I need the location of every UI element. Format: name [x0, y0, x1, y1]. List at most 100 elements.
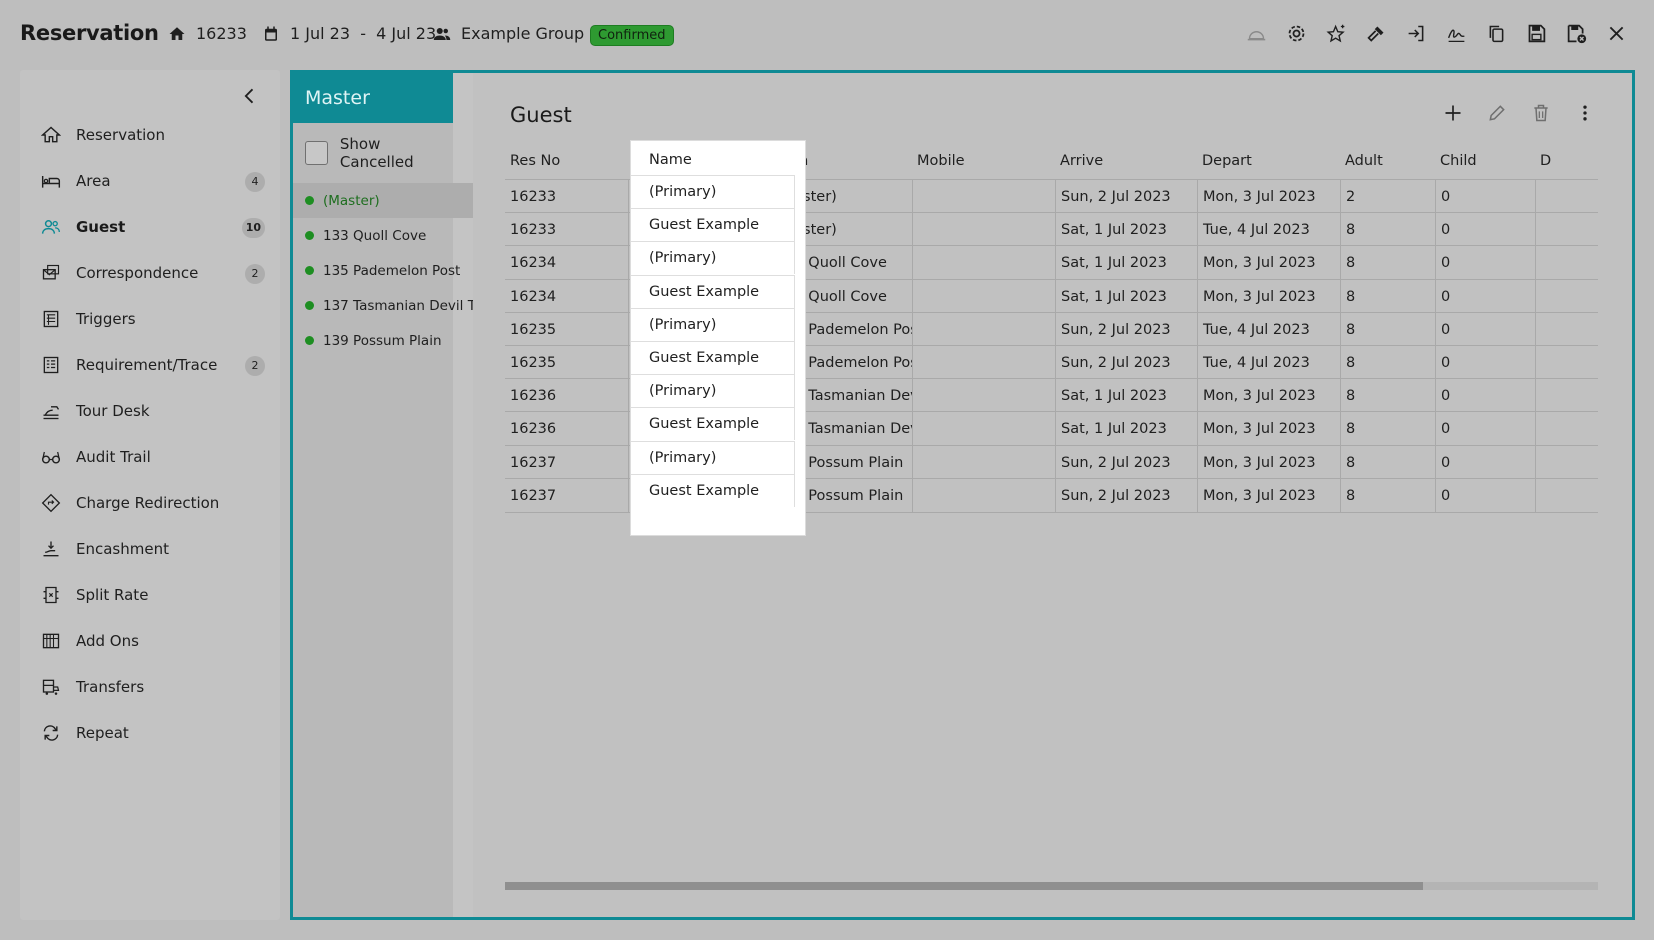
sidebar-item-charge-redirection[interactable]: Charge Redirection: [40, 488, 265, 518]
column-header[interactable]: Arrive: [1060, 153, 1103, 169]
scrollbar-thumb[interactable]: [505, 882, 1423, 890]
name-cell[interactable]: (Primary): [631, 307, 795, 341]
table-cell-child: 0: [1435, 312, 1535, 347]
guest-section-title: Guest: [510, 103, 572, 127]
check-in-button[interactable]: [1404, 21, 1428, 45]
count-badge: 2: [245, 356, 265, 376]
sidebar-item-repeat[interactable]: Repeat: [40, 718, 265, 748]
table-cell-d: [1535, 279, 1595, 314]
group-name[interactable]: Example Group: [433, 24, 584, 43]
table-cell-depart: Mon, 3 Jul 2023: [1197, 478, 1340, 513]
master-list-item[interactable]: (Master): [293, 183, 473, 218]
glasses-icon: [40, 446, 62, 468]
status-dot: [305, 266, 314, 275]
sidebar: Reservation Area 4 Guest 10 Correspondence 2 Tr…: [20, 70, 280, 920]
save-and-close-button[interactable]: [1564, 21, 1588, 45]
table-cell-res-no: 16233: [510, 222, 557, 239]
table-cell-mobile: [912, 379, 1055, 414]
column-header[interactable]: Adult: [1345, 153, 1383, 169]
master-list-item[interactable]: 135 Pademelon Post: [293, 253, 473, 288]
calendar-icon: [265, 26, 277, 41]
copy-button[interactable]: [1484, 21, 1508, 45]
table-cell-d: [1535, 213, 1595, 248]
table-cell-res-no: 16235: [510, 355, 557, 371]
sidebar-item-area[interactable]: Area 4: [40, 166, 265, 196]
table-cell-depart: Mon, 3 Jul 2023: [1197, 379, 1340, 414]
sidebar-item-triggers[interactable]: Triggers: [40, 304, 265, 334]
collapse-sidebar-button[interactable]: [240, 86, 260, 106]
sidebar-item-requirement-trace[interactable]: Requirement/Trace 2: [40, 350, 265, 380]
table-cell-adult: 8: [1340, 213, 1435, 248]
show-cancelled-toggle[interactable]: Show Cancelled: [293, 123, 453, 183]
sidebar-item-split-rate[interactable]: Split Rate: [40, 580, 265, 610]
signature-button[interactable]: [1444, 21, 1468, 45]
add-guest-button[interactable]: [1441, 101, 1465, 125]
settings-button[interactable]: [1284, 21, 1308, 45]
name-cell[interactable]: (Primary): [631, 175, 795, 208]
horizontal-scrollbar[interactable]: [505, 882, 1598, 890]
column-header[interactable]: Res No: [510, 153, 560, 169]
column-header[interactable]: Child: [1440, 153, 1477, 169]
copy-icon: [1489, 25, 1503, 42]
column-header[interactable]: Depart: [1202, 153, 1252, 169]
table-cell-res-no: 16234: [510, 255, 557, 272]
table-cell-depart: Tue, 4 Jul 2023: [1197, 312, 1340, 347]
table-cell-arrive: Sun, 2 Jul 2023: [1055, 180, 1197, 214]
table-cell-depart: Mon, 3 Jul 2023: [1197, 246, 1340, 281]
name-cell[interactable]: (Primary): [631, 440, 795, 474]
table-cell-d: [1535, 412, 1595, 447]
sparkle-star-icon: [1325, 24, 1345, 42]
edit-guest-button[interactable]: [1485, 101, 1509, 125]
save-icon: [1528, 24, 1545, 42]
tools-button[interactable]: [1364, 21, 1388, 45]
table-cell-mobile: [912, 412, 1055, 447]
table-cell-res-no: 16237: [510, 487, 557, 504]
master-item-label: 135 Pademelon Post: [323, 262, 461, 279]
reservation-number: 16233: [168, 24, 247, 43]
cloud-icon: [1247, 30, 1265, 40]
master-list-item[interactable]: 137 Tasmanian Devil Tur: [293, 288, 473, 323]
cloud-button[interactable]: [1244, 21, 1268, 45]
special-button[interactable]: [1324, 21, 1348, 45]
table-cell-child: 0: [1435, 445, 1535, 480]
header-toolbar: [1228, 21, 1628, 45]
delete-guest-button[interactable]: [1529, 101, 1553, 125]
redirect-icon: [40, 492, 62, 514]
table-cell-res-no: 16234: [510, 288, 557, 305]
table-cell-mobile: [912, 478, 1055, 513]
show-cancelled-checkbox[interactable]: [305, 141, 328, 165]
sidebar-item-transfers[interactable]: Transfers: [40, 672, 265, 702]
sidebar-item-correspondence[interactable]: Correspondence 2: [40, 258, 265, 288]
table-cell-mobile: [912, 246, 1055, 281]
name-cell[interactable]: (Primary): [631, 241, 795, 275]
gear-icon: [1288, 25, 1304, 41]
sidebar-item-encashment[interactable]: Encashment: [40, 534, 265, 564]
name-cell[interactable]: Guest Example: [631, 473, 795, 507]
save-button[interactable]: [1524, 21, 1548, 45]
sidebar-item-guest[interactable]: Guest 10: [40, 212, 265, 242]
close-button[interactable]: [1604, 21, 1628, 45]
name-cell[interactable]: Guest Example: [631, 208, 795, 242]
table-cell-adult: 8: [1340, 445, 1435, 480]
name-cell[interactable]: Guest Example: [631, 407, 795, 441]
home-icon: [40, 124, 62, 146]
table-cell-child: 0: [1435, 412, 1535, 447]
name-cell[interactable]: Guest Example: [631, 341, 795, 374]
master-list-item[interactable]: 139 Possum Plain: [293, 323, 473, 358]
more-options-button[interactable]: [1573, 101, 1597, 125]
sidebar-item-reservation[interactable]: Reservation: [40, 120, 265, 150]
name-column-header[interactable]: Name: [649, 152, 692, 168]
column-header[interactable]: Mobile: [917, 153, 965, 169]
close-icon: [1609, 26, 1623, 40]
table-cell-arrive: Sat, 1 Jul 2023: [1055, 412, 1197, 447]
table-cell-mobile: [912, 180, 1055, 214]
sidebar-item-add-ons[interactable]: Add Ons: [40, 626, 265, 656]
name-cell[interactable]: (Primary): [631, 374, 795, 408]
master-list-item[interactable]: 133 Quoll Cove: [293, 218, 473, 253]
sidebar-item-audit-trail[interactable]: Audit Trail: [40, 442, 265, 472]
table-cell-d: [1535, 478, 1595, 513]
sidebar-item-tour-desk[interactable]: Tour Desk: [40, 396, 265, 426]
column-header[interactable]: D: [1540, 153, 1551, 169]
name-cell[interactable]: Guest Example: [631, 274, 795, 308]
table-cell-res-no: 16237: [510, 454, 557, 471]
